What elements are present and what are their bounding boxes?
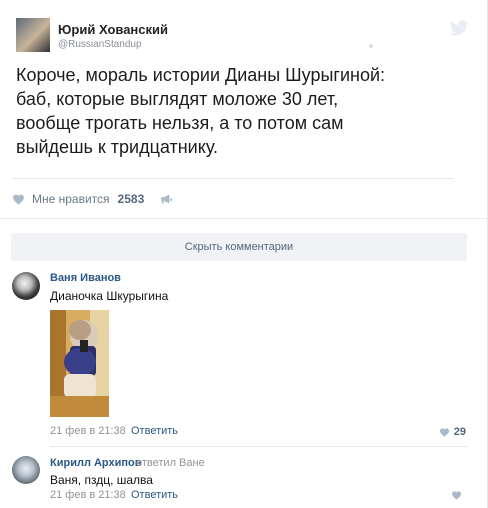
tweet-text: Короче, мораль истории Дианы Шурыгиной: … xyxy=(16,63,456,159)
comment-text: Дианочка Шкурыгина xyxy=(50,289,169,303)
heart-icon[interactable] xyxy=(12,193,25,205)
tweet-author-handle[interactable]: @RussianStandup xyxy=(58,39,142,50)
replied-to[interactable]: ответил Ване xyxy=(136,457,205,469)
photo-image xyxy=(50,310,109,417)
avatar[interactable] xyxy=(12,272,40,300)
tweet-text-line: Короче, мораль истории Дианы Шурыгиной: xyxy=(16,65,386,85)
comment-text: Ваня, пздц, шалва xyxy=(50,473,153,487)
reply-link[interactable]: Ответить xyxy=(131,489,178,501)
comment-date[interactable]: 21 фев в 21:38 xyxy=(50,489,126,501)
tweet-text-line: баб, которые выглядят моложе 30 лет, xyxy=(16,89,339,109)
decorative-dot xyxy=(369,44,373,48)
comment-photo[interactable] xyxy=(50,310,109,417)
comment-like-count[interactable]: 29 xyxy=(454,426,466,438)
comment-like[interactable]: 29 xyxy=(439,426,466,438)
post-card: Юрий Хованский @RussianStandup Короче, м… xyxy=(0,0,488,508)
avatar[interactable] xyxy=(12,456,40,484)
twitter-bird-icon xyxy=(449,20,469,36)
tweet-text-line: вообще трогать нельзя, а то потом сам xyxy=(16,113,344,133)
heart-icon[interactable] xyxy=(451,490,462,500)
like-label[interactable]: Мне нравится xyxy=(32,192,110,206)
comment-author[interactable]: Кирилл Архипов xyxy=(50,457,142,469)
like-count[interactable]: 2583 xyxy=(118,192,145,206)
comment-author[interactable]: Ваня Иванов xyxy=(50,272,121,284)
comment-date[interactable]: 21 фев в 21:38 xyxy=(50,425,126,437)
tweet-text-line: выйдешь к тридцатнику. xyxy=(16,137,219,157)
tweet-author-name[interactable]: Юрий Хованский xyxy=(58,22,168,37)
megaphone-icon[interactable] xyxy=(160,193,174,205)
comment-like[interactable] xyxy=(451,490,466,500)
divider xyxy=(12,178,454,179)
reply-link[interactable]: Ответить xyxy=(131,425,178,437)
heart-icon[interactable] xyxy=(439,427,450,437)
post-like-bar[interactable]: Мне нравится 2583 xyxy=(12,191,174,207)
tweet-author-avatar[interactable] xyxy=(16,18,50,52)
hide-comments-button[interactable]: Скрыть комментарии xyxy=(11,233,467,261)
divider xyxy=(0,218,488,219)
divider xyxy=(50,446,468,447)
